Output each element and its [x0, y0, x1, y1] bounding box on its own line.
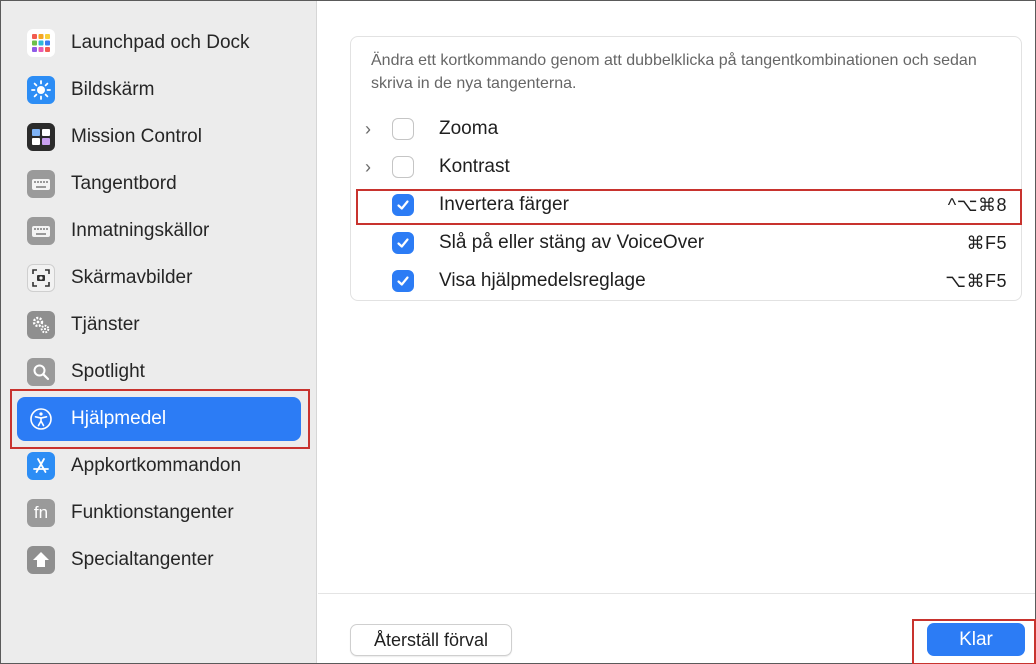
sidebar-item-keyboard[interactable]: Tangentbord — [17, 162, 301, 206]
services-icon — [27, 311, 55, 339]
checkmark-icon — [397, 276, 409, 286]
shortcuts-card: Ändra ett kortkommando genom att dubbelk… — [350, 36, 1022, 301]
function-keys-icon: fn — [27, 499, 55, 527]
chevron-right-icon[interactable]: › — [361, 148, 375, 186]
row-label: Slå på eller stäng av VoiceOver — [439, 232, 705, 253]
sidebar-item-label: Spotlight — [71, 361, 145, 382]
sidebar-item-label: Funktionstangenter — [71, 502, 234, 523]
sidebar-item-label: Launchpad och Dock — [71, 32, 250, 53]
shortcut-value[interactable]: ⌥⌘F5 — [945, 271, 1007, 292]
restore-defaults-button[interactable]: Återställ förval — [350, 624, 512, 656]
sidebar-item-label: Mission Control — [71, 126, 202, 147]
row-label: Kontrast — [439, 156, 510, 177]
shortcuts-description: Ändra ett kortkommando genom att dubbelk… — [371, 52, 977, 92]
list-item-voiceover[interactable]: Slå på eller stäng av VoiceOver ⌘F5 — [351, 224, 1021, 262]
contrast-checkbox[interactable] — [392, 156, 414, 178]
display-icon — [27, 76, 55, 104]
mission-control-icon — [27, 123, 55, 151]
sidebar-item-function-keys[interactable]: fn Funktionstangenter — [17, 491, 301, 535]
sidebar-item-label: Bildskärm — [71, 79, 155, 100]
sidebar-item-display[interactable]: Bildskärm — [17, 68, 301, 112]
sidebar: Launchpad och Dock Bildskärm Mission Con… — [1, 1, 317, 663]
selection-highlight-outline — [10, 389, 310, 449]
screenshot-icon — [27, 264, 55, 292]
sidebar-item-input-sources[interactable]: Inmatningskällor — [17, 209, 301, 253]
app-shortcuts-icon — [27, 452, 55, 480]
input-sources-icon — [27, 217, 55, 245]
footer-divider — [318, 593, 1035, 594]
list-item-contrast[interactable]: › Kontrast — [351, 148, 1021, 186]
sidebar-item-mission-control[interactable]: Mission Control — [17, 115, 301, 159]
row-label: Zooma — [439, 118, 499, 139]
checkmark-icon — [397, 238, 409, 248]
sidebar-item-label: Specialtangenter — [71, 549, 214, 570]
keyboard-icon — [27, 170, 55, 198]
accessibility-controls-checkbox[interactable] — [392, 270, 414, 292]
row-label: Visa hjälpmedelsreglage — [439, 270, 646, 291]
sidebar-item-spotlight[interactable]: Spotlight — [17, 350, 301, 394]
settings-window: Launchpad och Dock Bildskärm Mission Con… — [0, 0, 1036, 664]
sidebar-item-launchpad[interactable]: Launchpad och Dock — [17, 21, 301, 65]
sidebar-item-label: Tjänster — [71, 314, 140, 335]
shortcut-value[interactable]: ⌘F5 — [966, 233, 1007, 254]
list-item-accessibility-controls[interactable]: Visa hjälpmedelsreglage ⌥⌘F5 — [351, 262, 1021, 300]
sidebar-item-label: Tangentbord — [71, 173, 177, 194]
main-panel: Ändra ett kortkommando genom att dubbelk… — [318, 1, 1036, 664]
invert-colors-highlight-outline — [356, 189, 1022, 225]
sidebar-item-label: Skärmavbilder — [71, 267, 193, 288]
sidebar-item-screenshots[interactable]: Skärmavbilder — [17, 256, 301, 300]
list-item-zoom[interactable]: › Zooma — [351, 110, 1021, 148]
zoom-checkbox[interactable] — [392, 118, 414, 140]
sidebar-item-label: Inmatningskällor — [71, 220, 210, 241]
sidebar-item-label: Appkortkommandon — [71, 455, 242, 476]
chevron-right-icon[interactable]: › — [361, 110, 375, 148]
sidebar-item-app-shortcuts[interactable]: Appkortkommandon — [17, 444, 301, 488]
launchpad-icon — [27, 29, 55, 57]
sidebar-item-services[interactable]: Tjänster — [17, 303, 301, 347]
sidebar-item-modifier-keys[interactable]: Specialtangenter — [17, 538, 301, 582]
spotlight-icon — [27, 358, 55, 386]
voiceover-checkbox[interactable] — [392, 232, 414, 254]
done-highlight-outline — [912, 619, 1036, 664]
modifier-keys-icon — [27, 546, 55, 574]
